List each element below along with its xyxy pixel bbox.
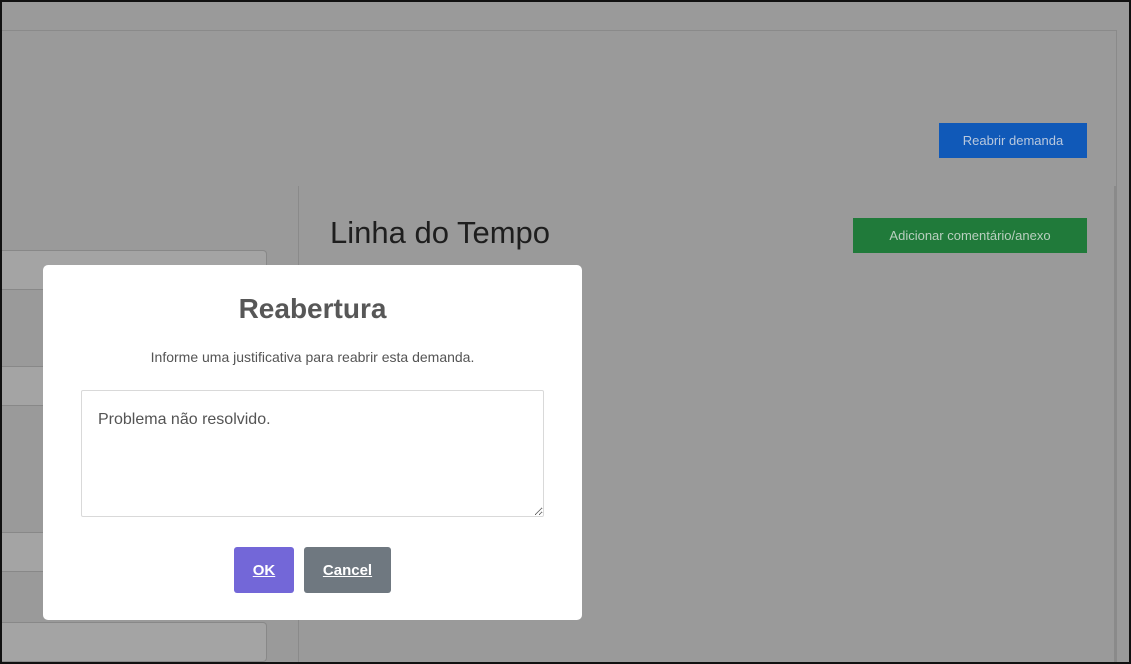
ok-button[interactable]: OK <box>234 547 294 593</box>
right-panel-border <box>1114 186 1116 662</box>
reopen-demand-button[interactable]: Reabrir demanda <box>939 123 1087 158</box>
form-field-4 <box>2 622 267 662</box>
cancel-button[interactable]: Cancel <box>304 547 391 593</box>
reopen-modal: Reabertura Informe uma justificativa par… <box>43 265 582 620</box>
add-comment-attachment-button[interactable]: Adicionar comentário/anexo <box>853 218 1087 253</box>
modal-message: Informe uma justificativa para reabrir e… <box>150 349 475 365</box>
app-frame: Reabrir demanda Linha do Tempo Adicionar… <box>0 0 1131 664</box>
timeline-title: Linha do Tempo <box>330 215 551 250</box>
modal-title: Reabertura <box>238 293 387 324</box>
justification-textarea[interactable]: Problema não resolvido. <box>81 390 544 517</box>
